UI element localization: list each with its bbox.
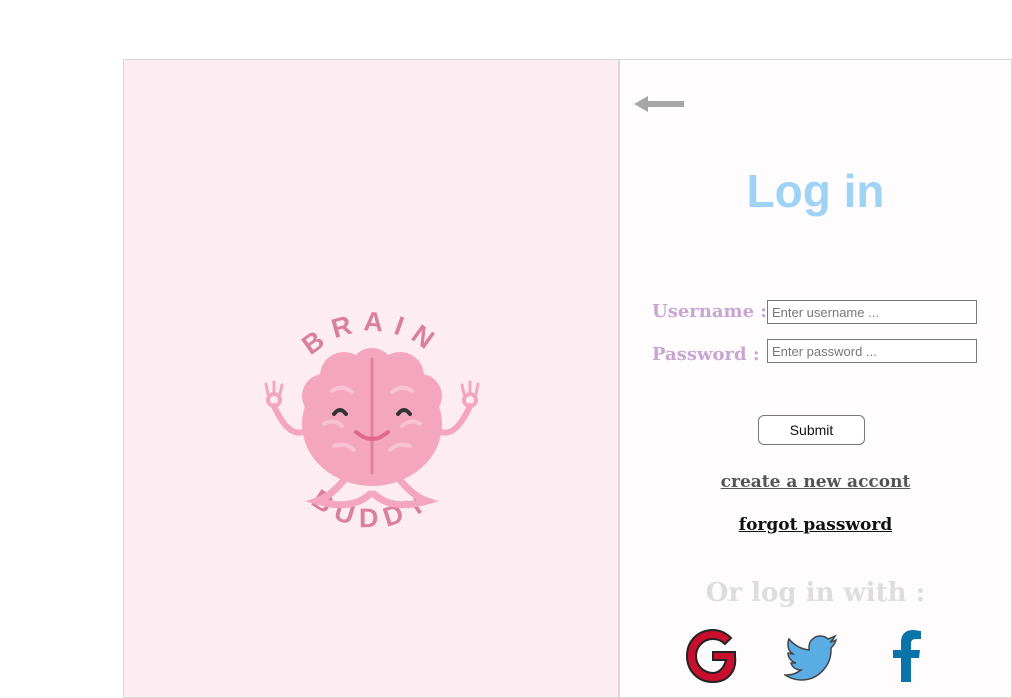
create-account-link[interactable]: create a new accont <box>620 472 1011 492</box>
login-panel: Log in Username : Password : Submit crea… <box>620 60 1011 697</box>
logo-bottom-text: BUDDY <box>306 484 430 534</box>
password-label: Password : <box>652 344 760 365</box>
submit-button[interactable]: Submit <box>758 415 865 445</box>
page-title: Log in <box>746 165 885 217</box>
arrow-left-icon[interactable] <box>632 94 686 114</box>
username-label: Username : <box>652 301 767 322</box>
brain-buddy-logo: BRAIN BUDDY <box>264 306 480 534</box>
password-input[interactable] <box>767 339 977 363</box>
svg-text:BUDDY: BUDDY <box>306 484 438 534</box>
username-input[interactable] <box>767 300 977 324</box>
social-login-heading: Or log in with : <box>705 578 926 608</box>
brand-panel: BRAIN BUDDY <box>124 60 620 697</box>
login-card: BRAIN BUDDY Log in Username: Enter user… <box>123 59 1012 698</box>
facebook-icon[interactable] <box>880 628 936 684</box>
forgot-password-link[interactable]: forgot password <box>620 515 1011 535</box>
google-icon[interactable] <box>685 628 741 684</box>
twitter-icon[interactable] <box>784 628 840 684</box>
